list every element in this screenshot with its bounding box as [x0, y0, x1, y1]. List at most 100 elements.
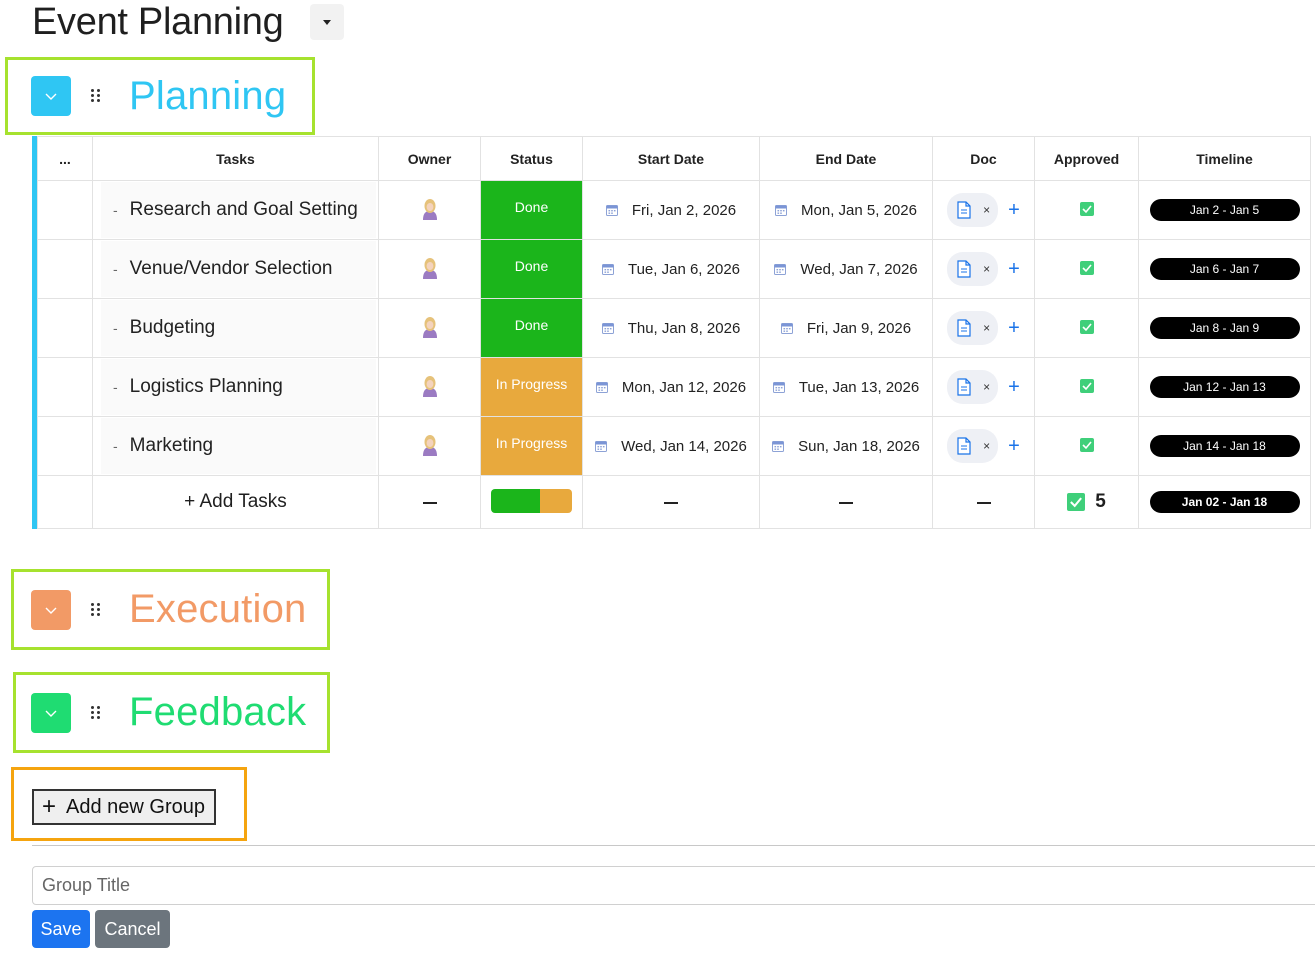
add-doc-icon[interactable]: +: [1008, 259, 1020, 279]
doc-attachment[interactable]: ×: [947, 252, 999, 286]
chevron-down-icon: [45, 93, 57, 100]
end-date-cell[interactable]: Fri, Jan 9, 2026: [759, 298, 933, 358]
approved-checkbox[interactable]: [1079, 319, 1094, 334]
end-date-summary: [759, 475, 933, 529]
doc-attachment[interactable]: ×: [947, 311, 999, 345]
approved-checkbox[interactable]: [1067, 493, 1086, 511]
column-header-tasks: Tasks: [92, 136, 379, 181]
start-date-cell[interactable]: Thu, Jan 8, 2026: [582, 298, 760, 358]
status-label: Done: [514, 199, 549, 215]
add-doc-icon[interactable]: +: [1008, 318, 1020, 338]
status-cell[interactable]: In Progress: [480, 357, 583, 417]
group-title[interactable]: Feedback: [129, 690, 306, 735]
end-date-cell[interactable]: Sun, Jan 18, 2026: [759, 416, 933, 476]
group-header-feedback: Feedback: [13, 672, 330, 753]
task-cell[interactable]: - Budgeting: [92, 298, 379, 358]
timeline-cell[interactable]: Jan 12 - Jan 13: [1138, 357, 1311, 417]
collapse-group-button[interactable]: [31, 589, 71, 630]
approved-count: 5: [1095, 491, 1106, 512]
board-menu-dropdown[interactable]: [310, 4, 344, 40]
cancel-button[interactable]: Cancel: [95, 910, 170, 948]
start-date-cell[interactable]: Tue, Jan 6, 2026: [582, 239, 760, 299]
owner-cell[interactable]: [378, 416, 481, 476]
owner-cell[interactable]: [378, 239, 481, 299]
add-tasks-button[interactable]: + Add Tasks: [92, 475, 379, 529]
column-header-status: Status: [480, 136, 583, 181]
start-date-cell[interactable]: Wed, Jan 14, 2026: [582, 416, 760, 476]
group-title[interactable]: Execution: [129, 587, 306, 632]
drag-handle-icon[interactable]: [91, 89, 101, 103]
approved-cell: [1034, 239, 1139, 299]
table-row: - Logistics Planning In Progress Mon, Jan 1…: [37, 357, 1311, 417]
start-date-cell[interactable]: Mon, Jan 12, 2026: [582, 357, 760, 417]
task-cell[interactable]: - Logistics Planning: [92, 357, 379, 417]
doc-cell: × +: [932, 357, 1035, 417]
add-doc-icon[interactable]: +: [1008, 200, 1020, 220]
collapse-group-button[interactable]: [31, 692, 71, 733]
column-header-more[interactable]: ...: [37, 136, 93, 181]
document-icon: [957, 437, 971, 455]
group-title-input[interactable]: [32, 866, 1315, 905]
approved-checkbox[interactable]: [1079, 201, 1094, 216]
owner-cell[interactable]: [378, 357, 481, 417]
doc-attachment[interactable]: ×: [947, 193, 999, 227]
drag-handle-icon[interactable]: [91, 602, 101, 617]
status-cell[interactable]: Done: [480, 298, 583, 358]
timeline-cell[interactable]: Jan 8 - Jan 9: [1138, 298, 1311, 358]
task-dash: -: [113, 261, 118, 277]
status-cell[interactable]: Done: [480, 239, 583, 299]
timeline-cell[interactable]: Jan 6 - Jan 7: [1138, 239, 1311, 299]
end-date-cell[interactable]: Mon, Jan 5, 2026: [759, 180, 933, 240]
owner-cell[interactable]: [378, 180, 481, 240]
add-doc-icon[interactable]: +: [1008, 436, 1020, 456]
task-name[interactable]: Research and Goal Setting: [130, 199, 358, 221]
row-select-cell[interactable]: [37, 357, 93, 417]
task-cell[interactable]: - Venue/Vendor Selection: [92, 239, 379, 299]
calendar-icon: [780, 323, 793, 334]
timeline-cell[interactable]: Jan 2 - Jan 5: [1138, 180, 1311, 240]
task-cell[interactable]: - Marketing: [92, 416, 379, 476]
task-name[interactable]: Logistics Planning: [130, 376, 283, 398]
status-cell[interactable]: Done: [480, 180, 583, 240]
remove-doc-icon[interactable]: ×: [983, 262, 990, 276]
timeline-pill: Jan 14 - Jan 18: [1149, 435, 1300, 457]
chevron-down-icon: [45, 710, 57, 717]
summary-row: + Add Tasks 5 Jan 02 - Jan 18: [37, 475, 1311, 529]
status-label: In Progress: [495, 435, 568, 451]
drag-handle-icon[interactable]: [91, 705, 101, 720]
collapse-group-button[interactable]: [31, 76, 71, 116]
approved-checkbox[interactable]: [1079, 260, 1094, 275]
task-name[interactable]: Marketing: [130, 435, 213, 457]
column-header-start-date: Start Date: [582, 136, 760, 181]
doc-cell: × +: [932, 298, 1035, 358]
calendar-icon: [605, 205, 618, 216]
approved-checkbox[interactable]: [1079, 437, 1094, 452]
approved-checkbox[interactable]: [1079, 378, 1094, 393]
status-cell[interactable]: In Progress: [480, 416, 583, 476]
owner-cell[interactable]: [378, 298, 481, 358]
row-select-cell[interactable]: [37, 298, 93, 358]
row-select-cell[interactable]: [37, 239, 93, 299]
row-select-cell[interactable]: [37, 180, 93, 240]
start-date-cell[interactable]: Fri, Jan 2, 2026: [582, 180, 760, 240]
document-icon: [957, 260, 971, 278]
row-select-cell[interactable]: [37, 416, 93, 476]
save-button[interactable]: Save: [32, 910, 90, 948]
table-row: - Venue/Vendor Selection Done Tue, Jan 6, 2…: [37, 239, 1311, 299]
add-new-group-button[interactable]: + Add new Group: [32, 789, 216, 825]
remove-doc-icon[interactable]: ×: [983, 203, 990, 217]
doc-attachment[interactable]: ×: [947, 370, 999, 404]
task-name[interactable]: Venue/Vendor Selection: [130, 258, 333, 280]
doc-attachment[interactable]: ×: [947, 429, 999, 463]
group-title[interactable]: Planning: [129, 74, 286, 119]
end-date-cell[interactable]: Tue, Jan 13, 2026: [759, 357, 933, 417]
add-new-group-label: Add new Group: [66, 795, 205, 818]
task-name[interactable]: Budgeting: [130, 317, 216, 339]
end-date-cell[interactable]: Wed, Jan 7, 2026: [759, 239, 933, 299]
remove-doc-icon[interactable]: ×: [983, 380, 990, 394]
timeline-cell[interactable]: Jan 14 - Jan 18: [1138, 416, 1311, 476]
remove-doc-icon[interactable]: ×: [983, 321, 990, 335]
task-cell[interactable]: - Research and Goal Setting: [92, 180, 379, 240]
add-doc-icon[interactable]: +: [1008, 377, 1020, 397]
remove-doc-icon[interactable]: ×: [983, 439, 990, 453]
